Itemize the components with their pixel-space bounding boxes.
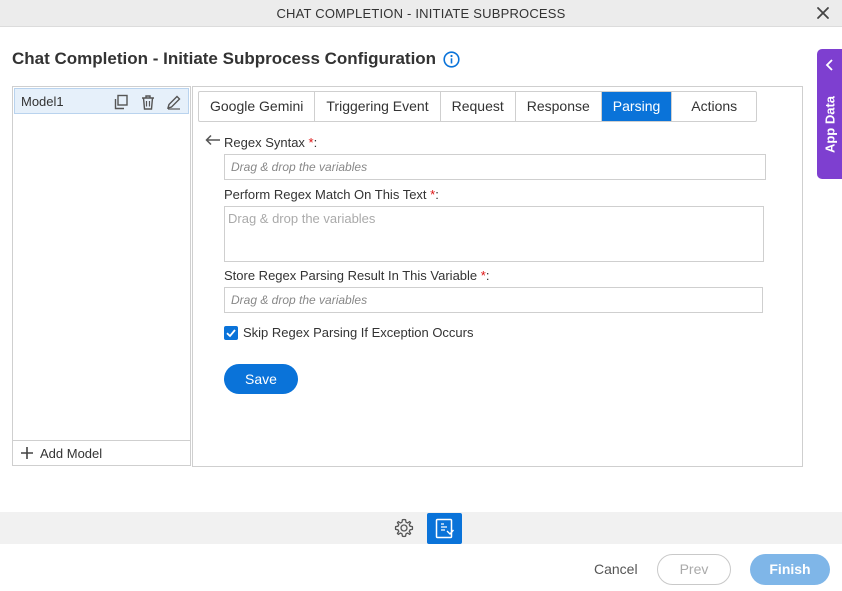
model-list-item[interactable]: Model1: [14, 88, 189, 114]
label-colon: :: [485, 268, 490, 283]
match-text-field[interactable]: Drag & drop the variables: [224, 206, 764, 262]
bottom-toolbar: [0, 512, 842, 544]
page-title: Chat Completion - Initiate Subprocess Co…: [12, 49, 437, 68]
save-button[interactable]: Save: [224, 364, 298, 394]
regex-syntax-label: Regex Syntax *:: [224, 135, 317, 150]
window-title: CHAT COMPLETION - INITIATE SUBPROCESS: [276, 6, 566, 21]
regex-syntax-field[interactable]: Drag & drop the variables: [224, 154, 766, 180]
tab-actions[interactable]: Actions: [672, 92, 756, 121]
close-icon[interactable]: [814, 4, 832, 22]
copy-icon[interactable]: [113, 94, 129, 110]
tab-parsing[interactable]: Parsing: [601, 92, 673, 121]
configuration-panel: Google Gemini Triggering Event Request R…: [192, 86, 803, 467]
label-colon: :: [313, 135, 318, 150]
store-result-label: Store Regex Parsing Result In This Varia…: [224, 268, 489, 283]
chevron-left-icon: [825, 59, 833, 71]
finish-button[interactable]: Finish: [750, 554, 830, 585]
prev-button[interactable]: Prev: [657, 554, 731, 585]
info-icon[interactable]: [443, 51, 460, 68]
match-text-label-text: Perform Regex Match On This Text: [224, 187, 431, 202]
title-bar: CHAT COMPLETION - INITIATE SUBPROCESS: [0, 0, 842, 27]
tab-response[interactable]: Response: [516, 92, 602, 121]
skip-exception-label: Skip Regex Parsing If Exception Occurs: [243, 325, 474, 340]
app-data-label: App Data: [822, 95, 838, 154]
plus-icon: [21, 447, 33, 459]
store-result-field[interactable]: Drag & drop the variables: [224, 287, 763, 313]
delete-icon[interactable]: [140, 94, 156, 110]
regex-syntax-label-text: Regex Syntax: [224, 135, 309, 150]
tab-google-gemini[interactable]: Google Gemini: [199, 92, 316, 121]
cancel-button[interactable]: Cancel: [594, 561, 638, 577]
model-name: Model1: [21, 94, 64, 109]
edit-icon[interactable]: [166, 94, 182, 110]
gear-icon[interactable]: [394, 518, 414, 538]
tab-triggering-event[interactable]: Triggering Event: [315, 92, 441, 121]
add-model-label: Add Model: [40, 446, 103, 461]
document-icon: [435, 518, 455, 539]
form-mapping-button[interactable]: [427, 513, 462, 544]
add-model-button[interactable]: Add Model: [13, 440, 190, 465]
tab-request[interactable]: Request: [441, 92, 516, 121]
store-result-label-text: Store Regex Parsing Result In This Varia…: [224, 268, 481, 283]
check-icon: [226, 329, 236, 338]
label-colon: :: [435, 187, 439, 202]
back-arrow-icon[interactable]: [205, 134, 221, 146]
tab-bar: Google Gemini Triggering Event Request R…: [198, 91, 758, 122]
skip-exception-checkbox[interactable]: [224, 326, 238, 340]
app-data-tab[interactable]: App Data: [817, 49, 842, 179]
match-text-label: Perform Regex Match On This Text *:: [224, 187, 439, 202]
model-list-panel: Model1 Add Model: [12, 86, 191, 466]
